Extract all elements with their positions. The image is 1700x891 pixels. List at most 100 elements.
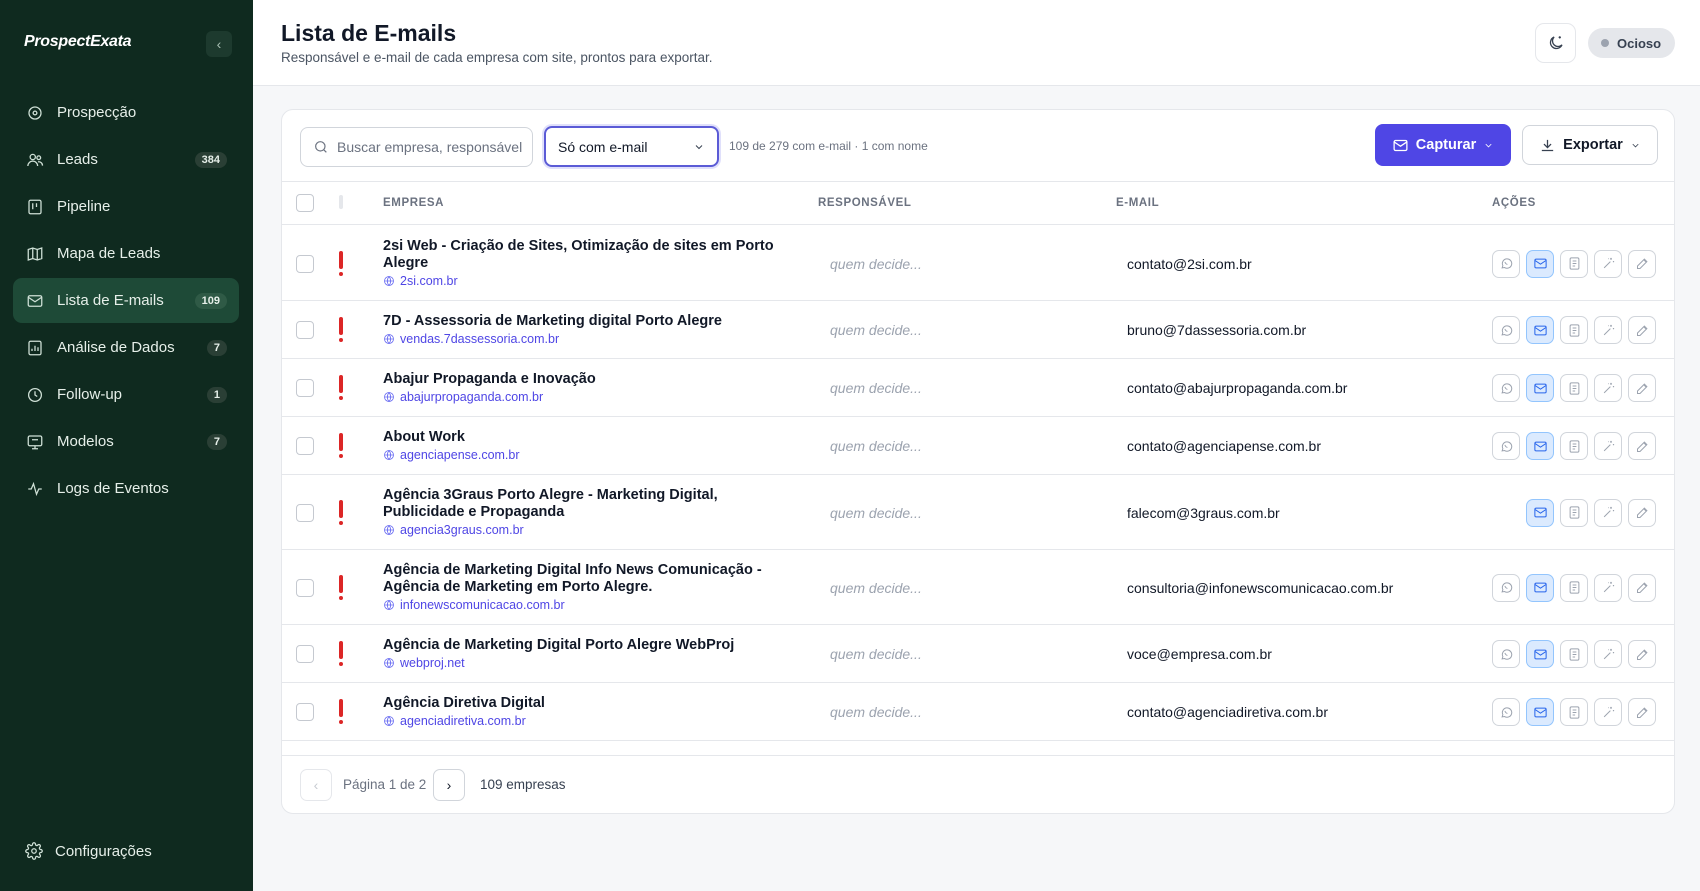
select-all-checkbox[interactable] — [296, 194, 314, 212]
sidebar-item-modelos[interactable]: Modelos 7 — [13, 419, 239, 464]
row-checkbox[interactable] — [296, 254, 314, 273]
enrich-button[interactable] — [1594, 432, 1622, 460]
notes-button[interactable] — [1560, 498, 1588, 527]
table-row[interactable]: Agência de Marketing Digital Info News C… — [282, 550, 1674, 625]
row-checkbox[interactable] — [296, 503, 314, 522]
table-row[interactable]: 2si Web - Criação de Sites, Otimização d… — [282, 226, 1674, 301]
email-value[interactable]: bruno@7dassessoria.com.br — [1127, 322, 1306, 338]
email-value[interactable]: voce@empresa.com.br — [1127, 646, 1272, 662]
enrich-button[interactable] — [1594, 374, 1622, 402]
column-header-company[interactable]: EMPRESA — [383, 197, 444, 209]
column-header-email[interactable]: E-MAIL — [1116, 197, 1159, 209]
send-email-button[interactable] — [1526, 316, 1554, 344]
sidebar-item-pipeline[interactable]: Pipeline — [13, 184, 239, 229]
sidebar-item-settings[interactable]: Configurações — [25, 842, 152, 860]
notes-button[interactable] — [1560, 374, 1588, 402]
enrich-button[interactable] — [1594, 573, 1622, 602]
search-input[interactable] — [337, 139, 522, 155]
edit-button[interactable] — [1628, 698, 1656, 726]
company-site-link[interactable]: agenciadiretiva.com.br — [383, 714, 793, 728]
company-site-link[interactable]: agencia3graus.com.br — [383, 523, 793, 537]
sidebar-item-follow-up[interactable]: Follow-up 1 — [13, 372, 239, 417]
whatsapp-button[interactable] — [1492, 316, 1520, 344]
email-filter-select[interactable]: Só com e-mail — [544, 126, 719, 167]
table-row[interactable]: 7D - Assessoria de Marketing digital Por… — [282, 301, 1674, 359]
export-button[interactable]: Exportar — [1522, 125, 1658, 165]
whatsapp-button[interactable] — [1492, 432, 1520, 460]
send-email-button[interactable] — [1526, 374, 1554, 402]
responsible-input[interactable]: quem decide... — [830, 646, 922, 662]
responsible-input[interactable]: quem decide... — [830, 580, 922, 596]
capture-button[interactable]: Capturar — [1375, 124, 1511, 166]
sidebar-item-leads[interactable]: Leads 384 — [13, 137, 239, 182]
table-row[interactable]: Abajur Propaganda e Inovação abajurpropag… — [282, 359, 1674, 417]
row-checkbox[interactable] — [296, 578, 314, 597]
next-page-button[interactable]: › — [433, 769, 465, 801]
sidebar-item-prospeccao[interactable]: Prospecção — [13, 90, 239, 135]
whatsapp-button[interactable] — [1492, 573, 1520, 602]
edit-button[interactable] — [1628, 498, 1656, 527]
row-checkbox[interactable] — [296, 321, 314, 339]
send-email-button[interactable] — [1526, 498, 1554, 527]
row-checkbox[interactable] — [296, 379, 314, 397]
responsible-input[interactable]: quem decide... — [830, 322, 922, 338]
enrich-button[interactable] — [1594, 640, 1622, 668]
company-site-link[interactable]: vendas.7dassessoria.com.br — [383, 332, 793, 346]
send-email-button[interactable] — [1526, 573, 1554, 602]
email-value[interactable]: contato@agenciapense.com.br — [1127, 438, 1321, 454]
collapse-sidebar-button[interactable]: ‹ — [206, 31, 232, 57]
responsible-input[interactable]: quem decide... — [830, 505, 922, 521]
send-email-button[interactable] — [1526, 249, 1554, 278]
responsible-input[interactable]: quem decide... — [830, 256, 922, 272]
email-value[interactable]: contato@agenciadiretiva.com.br — [1127, 704, 1328, 720]
whatsapp-button[interactable] — [1492, 640, 1520, 668]
notes-button[interactable] — [1560, 640, 1588, 668]
table-row[interactable]: About Work agenciapense.com.br quem decide… — [282, 417, 1674, 475]
enrich-button[interactable] — [1594, 316, 1622, 344]
email-value[interactable]: consultoria@infonewscomunicacao.com.br — [1127, 580, 1393, 596]
edit-button[interactable] — [1628, 640, 1656, 668]
edit-button[interactable] — [1628, 249, 1656, 278]
company-site-link[interactable]: webproj.net — [383, 656, 793, 670]
responsible-input[interactable]: quem decide... — [830, 704, 922, 720]
send-email-button[interactable] — [1526, 432, 1554, 460]
sidebar-item-mapa-de-leads[interactable]: Mapa de Leads — [13, 231, 239, 276]
column-header-responsible[interactable]: RESPONSÁVEL — [818, 197, 912, 209]
responsible-input[interactable]: quem decide... — [830, 380, 922, 396]
edit-button[interactable] — [1628, 432, 1656, 460]
notes-button[interactable] — [1560, 573, 1588, 602]
search-box[interactable] — [300, 127, 533, 167]
row-checkbox[interactable] — [296, 645, 314, 663]
table-row[interactable]: Agência Diretiva Digital agenciadiretiva.… — [282, 683, 1674, 741]
whatsapp-button[interactable] — [1492, 698, 1520, 726]
notes-button[interactable] — [1560, 698, 1588, 726]
table-row[interactable]: Agência 3Graus Porto Alegre - Marketing … — [282, 475, 1674, 550]
whatsapp-button[interactable] — [1492, 249, 1520, 278]
sidebar-item-logs-de-eventos[interactable]: Logs de Eventos — [13, 466, 239, 511]
company-site-link[interactable]: abajurpropaganda.com.br — [383, 390, 793, 404]
sidebar-item-lista-de-e-mails[interactable]: Lista de E-mails 109 — [13, 278, 239, 323]
whatsapp-button[interactable] — [1492, 374, 1520, 402]
send-email-button[interactable] — [1526, 698, 1554, 726]
edit-button[interactable] — [1628, 316, 1656, 344]
row-checkbox[interactable] — [296, 437, 314, 455]
sidebar-item-analise-de-dados[interactable]: Análise de Dados 7 — [13, 325, 239, 370]
edit-button[interactable] — [1628, 374, 1656, 402]
notes-button[interactable] — [1560, 316, 1588, 344]
app-logo[interactable]: ProspectExata — [24, 33, 132, 51]
edit-button[interactable] — [1628, 573, 1656, 602]
email-value[interactable]: falecom@3graus.com.br — [1127, 505, 1280, 521]
enrich-button[interactable] — [1594, 498, 1622, 527]
send-email-button[interactable] — [1526, 640, 1554, 668]
email-value[interactable]: contato@2si.com.br — [1127, 256, 1252, 272]
company-site-link[interactable]: infonewscomunicacao.com.br — [383, 598, 793, 612]
company-site-link[interactable]: agenciapense.com.br — [383, 448, 793, 462]
theme-toggle-button[interactable] — [1535, 23, 1576, 63]
enrich-button[interactable] — [1594, 249, 1622, 278]
prev-page-button[interactable]: ‹ — [300, 769, 332, 801]
notes-button[interactable] — [1560, 249, 1588, 278]
table-row[interactable]: Agência de Marketing Digital Porto Alegr… — [282, 625, 1674, 683]
company-site-link[interactable]: 2si.com.br — [383, 274, 793, 288]
enrich-button[interactable] — [1594, 698, 1622, 726]
email-value[interactable]: contato@abajurpropaganda.com.br — [1127, 380, 1347, 396]
